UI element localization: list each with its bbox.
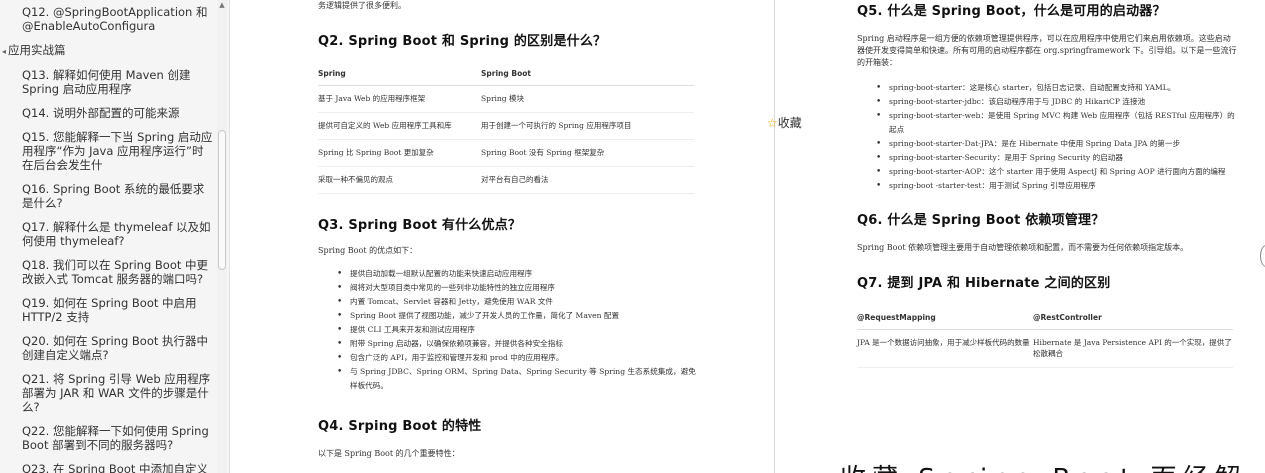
document-viewer: 务逻辑提供了很多便利。 Q2. Spring Boot 和 Spring 的区别… — [231, 0, 1265, 473]
table-cell: 基于 Java Web 的应用程序框架 — [318, 85, 481, 113]
outline-section-applied[interactable]: ◂ 应用实战篇 — [0, 43, 229, 59]
q3-heading: Q3. Spring Boot 有什么优点？ — [318, 218, 522, 233]
q5-paragraph: Spring 启动程序是一组方便的依赖项管理提供程序，可以在应用程序中使用它们来… — [857, 34, 1237, 67]
list-item: Spring Boot 提供了视图功能，减少了开发人员的工作量，简化了 Mave… — [318, 309, 698, 323]
left-page-content: 务逻辑提供了很多便利。 Q2. Spring Boot 和 Spring 的区别… — [318, 0, 698, 460]
outline-item[interactable]: Q23. 在 Spring Boot 中添加自定义 JS 代码的步骤是什么? — [0, 462, 229, 473]
scroll-up-icon[interactable]: ▲ — [217, 0, 227, 10]
table-cell: 用于创建一个可执行的 Spring 应用程序项目 — [481, 112, 694, 140]
outline-item[interactable]: Q20. 如何在 Spring Boot 执行器中创建自定义端点? — [0, 334, 229, 362]
q6-heading: Q6. 什么是 Spring Boot 依赖项管理？ — [857, 213, 1105, 228]
table-cell: Spring Boot 没有 Spring 框架复杂 — [481, 139, 694, 167]
list-item: spring-boot-starter-Dat-JPA：是在 Hibernate… — [857, 137, 1237, 151]
table-cell: JPA 是一个数据访问抽象，用于减少样板代码的数量 — [857, 329, 1033, 368]
favorite-button[interactable]: ☆收藏 — [764, 112, 805, 133]
outline-item[interactable]: Q22. 您能解释一下如何使用 Spring Boot 部署到不同的服务器吗? — [0, 424, 229, 452]
list-item: 附带 Spring 启动器，以确保依赖项兼容，并提供各种安全指标 — [318, 337, 698, 351]
caret-icon[interactable]: ◂ — [2, 47, 6, 56]
list-item: spring-boot-starter-AOP：这个 starter 用于使用 … — [857, 165, 1237, 179]
list-item: spring-boot -starter-test：用于测试 Spring 引导… — [857, 179, 1237, 193]
q7-col-header: @RestController — [1033, 307, 1233, 330]
list-item: spring-boot-starter：这是核心 starter，包括日志记录、… — [857, 81, 1237, 95]
table-row: 采取一种不偏见的观点 对平台有自己的看法 — [318, 166, 694, 194]
outline-item[interactable]: Q12. @SpringBootApplication 和 @EnableAut… — [0, 0, 229, 33]
q7-col-header: @RequestMapping — [857, 307, 1033, 330]
top-line: 务逻辑提供了很多便利。 — [318, 1, 406, 10]
outline-item[interactable]: Q21. 将 Spring 引导 Web 应用程序部署为 JAR 和 WAR 文… — [0, 372, 229, 414]
q2-col-header: Spring Boot — [481, 63, 694, 86]
list-item: 阀将对大型项目类中常见的一些列非功能特性的独立应用程序 — [318, 281, 698, 295]
table-cell: Hibernate 是 Java Persistence API 的一个实现，提… — [1033, 329, 1233, 368]
q3-bullet-list: 提供自动加载一组默认配置的功能来快速启动应用程序阀将对大型项目类中常见的一些列非… — [318, 267, 698, 393]
q7-table: @RequestMapping @RestController JPA 是一个数… — [857, 307, 1233, 368]
q2-col-header: Spring — [318, 63, 481, 86]
outline-item[interactable]: Q13. 解释如何使用 Maven 创建 Spring 启动应用程序 — [0, 68, 229, 96]
outline-item[interactable]: Q19. 如何在 Spring Boot 中启用 HTTP/2 支持 — [0, 296, 229, 324]
table-row: Spring 比 Spring Boot 更加复杂 Spring Boot 没有 … — [318, 139, 694, 167]
table-row: 基于 Java Web 的应用程序框架 Spring 模块 — [318, 85, 694, 113]
list-item: spring-boot-starter-web：是使用 Spring MVC 构… — [857, 109, 1237, 137]
outline-section-label: 应用实战篇 — [8, 43, 66, 57]
list-item: 包含广泛的 API，用于监控和管理开发和 prod 中的应用程序。 — [318, 351, 698, 365]
outline-sidebar: Q12. @SpringBootApplication 和 @EnableAut… — [0, 0, 230, 473]
outline-item[interactable]: Q15. 您能解释一下当 Spring 启动应用程序“作为 Java 应用程序运… — [0, 130, 229, 172]
q6-paragraph: Spring Boot 依赖项管理主要用于自动管理依赖项和配置，而不需要为任何依… — [857, 243, 1189, 252]
q4-intro: 以下是 Spring Boot 的几个重要特性： — [318, 449, 460, 458]
table-cell: Spring 比 Spring Boot 更加复杂 — [318, 139, 481, 167]
q5-heading: Q5. 什么是 Spring Boot，什么是可用的启动器？ — [857, 4, 1166, 19]
favorite-label: 收藏 — [777, 116, 802, 130]
outline-item[interactable]: Q16. Spring Boot 系统的最低要求是什么? — [0, 182, 229, 210]
list-item: 与 Spring JDBC、Spring ORM、Spring Data、Spr… — [318, 365, 698, 393]
outline-item[interactable]: Q17. 解释什么是 thymeleaf 以及如何使用 thymeleaf? — [0, 220, 229, 248]
list-item: spring-boot-starter-Security：是用于 Spring … — [857, 151, 1237, 165]
table-row: JPA 是一个数据访问抽象，用于减少样板代码的数量 Hibernate 是 Jav… — [857, 329, 1233, 368]
right-page-content: Q5. 什么是 Spring Boot，什么是可用的启动器？ Spring 启动… — [857, 0, 1237, 368]
bottom-cut-text: 收藏 Spring Boot 面经解 — [840, 458, 1247, 473]
q4-heading: Q4. Srping Boot 的特性 — [318, 419, 482, 434]
q7-heading: Q7. 提到 JPA 和 Hibernate 之间的区别 — [857, 276, 1111, 291]
q2-table: Spring Spring Boot 基于 Java Web 的应用程序框架 Sp… — [318, 63, 694, 194]
table-cell: 采取一种不偏见的观点 — [318, 166, 481, 194]
side-handle[interactable] — [1260, 245, 1265, 267]
q3-intro: Spring Boot 的优点如下： — [318, 246, 418, 255]
table-cell: Spring 模块 — [481, 85, 694, 113]
list-item: 提供自动加载一组默认配置的功能来快速启动应用程序 — [318, 267, 698, 281]
list-item: 提供 CLI 工具来开发和测试应用程序 — [318, 323, 698, 337]
q2-heading: Q2. Spring Boot 和 Spring 的区别是什么？ — [318, 34, 607, 49]
sidebar-scroll-thumb[interactable] — [218, 130, 226, 270]
q5-bullet-list: spring-boot-starter：这是核心 starter，包括日志记录、… — [857, 81, 1237, 193]
table-cell: 提供可自定义的 Web 应用程序工具和库 — [318, 112, 481, 140]
outline-item[interactable]: Q14. 说明外部配置的可能来源 — [0, 106, 229, 120]
list-item: spring-boot-starter-jdbc：该启动程序用于与 JDBC 的… — [857, 95, 1237, 109]
star-icon: ☆ — [767, 116, 778, 130]
outline-item[interactable]: Q18. 我们可以在 Spring Boot 中更改嵌入式 Tomcat 服务器… — [0, 258, 229, 286]
list-item: 内置 Tomcat、Servlet 容器和 Jetty，避免使用 WAR 文件 — [318, 295, 698, 309]
table-cell: 对平台有自己的看法 — [481, 166, 694, 194]
table-row: 提供可自定义的 Web 应用程序工具和库 用于创建一个可执行的 Spring 应用… — [318, 112, 694, 140]
